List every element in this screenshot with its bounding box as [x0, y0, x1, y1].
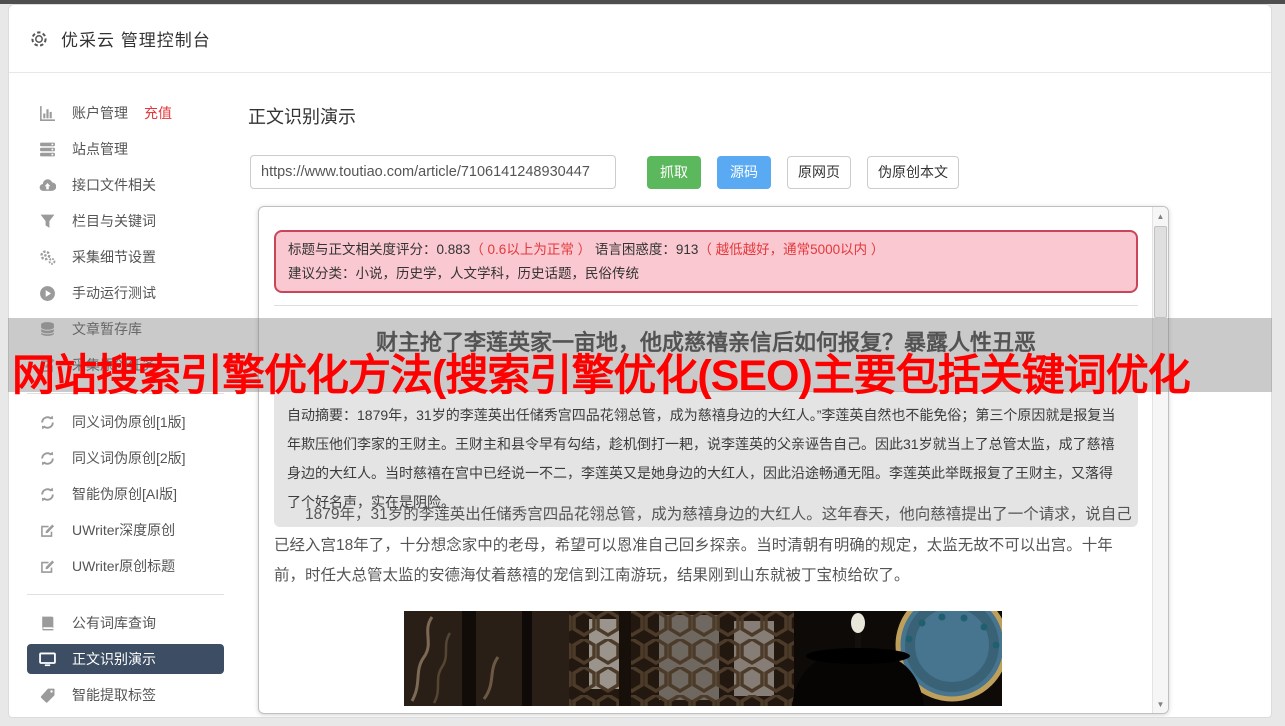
sidebar-item-public-thesaurus[interactable]: 公有词库查询 — [9, 605, 249, 641]
toolbar: 抓取 源码 原网页 伪原创本文 — [250, 155, 959, 189]
sidebar-divider — [27, 594, 224, 595]
scroll-down-arrow[interactable]: ▼ — [1153, 696, 1168, 712]
sidebar-item-smart-tag-extraction[interactable]: 智能提取标签 — [9, 677, 249, 713]
sidebar-item-label: 账户管理 — [72, 105, 128, 121]
app-title: 优采云 管理控制台 — [61, 31, 211, 50]
sidebar-item-ai-rewrite[interactable]: 智能伪原创[AI版] — [9, 476, 249, 512]
monitor-icon — [39, 651, 56, 668]
analysis-alert: 标题与正文相关度评分：0.883（ 0.6以上为正常 ） 语言困惑度：913（ … — [274, 230, 1138, 293]
sidebar-item-label: 公有词库查询 — [72, 615, 156, 631]
sidebar-item-label: UWriter原创标题 — [72, 558, 176, 574]
fetch-button[interactable]: 抓取 — [647, 155, 701, 189]
pseudo-original-button[interactable]: 伪原创本文 — [867, 155, 959, 189]
sidebar-item-columns-keywords[interactable]: 栏目与关键词 — [9, 203, 249, 239]
original-page-button[interactable]: 原网页 — [787, 155, 851, 189]
server-icon — [39, 141, 56, 158]
sidebar-item-label: 采集细节设置 — [72, 249, 156, 265]
page-title: 正文识别演示 — [248, 107, 356, 127]
sidebar-item-label: 正文识别演示 — [72, 651, 156, 667]
result-panel: 标题与正文相关度评分：0.883（ 0.6以上为正常 ） 语言困惑度：913（ … — [258, 206, 1169, 714]
sidebar-item-label: 同义词伪原创[2版] — [72, 450, 186, 466]
sidebar-item-label: 同义词伪原创[1版] — [72, 414, 186, 430]
refresh-icon — [39, 414, 56, 431]
sidebar-item-label: 手动运行测试 — [72, 285, 156, 301]
cloud-upload-icon — [39, 177, 56, 194]
url-input[interactable] — [250, 155, 616, 189]
sidebar-item-label: 栏目与关键词 — [72, 213, 156, 229]
sidebar-item-label: 智能提取标签 — [72, 687, 156, 703]
alert-line-category: 建议分类：小说，历史学，人文学科，历史话题，民俗传统 — [288, 266, 639, 281]
scroll-thumb[interactable] — [1154, 226, 1167, 318]
sidebar-item-label: 站点管理 — [72, 141, 128, 157]
sidebar-item-account-management[interactable]: 账户管理 充值 — [9, 95, 249, 131]
book-icon — [39, 615, 56, 632]
sidebar-item-label: UWriter深度原创 — [72, 522, 176, 538]
gear-icon — [29, 29, 49, 49]
sidebar-item-site-management[interactable]: 站点管理 — [9, 131, 249, 167]
sidebar-item-manual-run-test[interactable]: 手动运行测试 — [9, 275, 249, 311]
sidebar-item-label: 智能伪原创[AI版] — [72, 486, 178, 502]
sidebar-item-collection-settings[interactable]: 采集细节设置 — [9, 239, 249, 275]
sidebar-item-partially-cut[interactable] — [9, 713, 249, 717]
sidebar-item-uwriter-deep-original[interactable]: UWriter深度原创 — [9, 512, 249, 548]
sidebar-item-content-recognition-demo[interactable]: 正文识别演示 — [27, 644, 224, 674]
refresh-icon — [39, 450, 56, 467]
refresh-icon — [39, 486, 56, 503]
watermark-text: 网站搜索引擎优化方法(搜索引擎优化(SEO)主要包括关键词优化 — [12, 352, 1191, 400]
article-image — [404, 611, 1002, 706]
sidebar-item-uwriter-original-title[interactable]: UWriter原创标题 — [9, 548, 249, 584]
recharge-badge[interactable]: 充值 — [144, 103, 172, 123]
sidebar-item-synonym-rewrite-v1[interactable]: 同义词伪原创[1版] — [9, 404, 249, 440]
play-circle-icon — [39, 285, 56, 302]
scroll-up-arrow[interactable]: ▲ — [1153, 208, 1168, 224]
sidebar-item-interface-files[interactable]: 接口文件相关 — [9, 167, 249, 203]
gears-icon — [39, 249, 56, 266]
pencil-square-icon — [39, 558, 56, 575]
funnel-icon — [39, 213, 56, 230]
bar-chart-icon — [39, 105, 56, 122]
source-code-button[interactable]: 源码 — [717, 155, 771, 189]
sidebar-item-synonym-rewrite-v2[interactable]: 同义词伪原创[2版] — [9, 440, 249, 476]
tag-icon — [39, 687, 56, 704]
panel-scrollbar[interactable]: ▲ ▼ — [1152, 207, 1168, 713]
sidebar-item-label: 接口文件相关 — [72, 177, 156, 193]
pencil-square-icon — [39, 522, 56, 539]
article-paragraph: 1879年，31岁的李莲英出任储秀宫四品花翎总管，成为慈禧身边的大红人。这年春天… — [274, 506, 1132, 584]
panel-divider — [274, 305, 1138, 306]
alert-line-scores: 标题与正文相关度评分：0.883（ 0.6以上为正常 ） 语言困惑度：913（ … — [288, 242, 885, 257]
app-header: 优采云 管理控制台 — [9, 5, 1271, 73]
